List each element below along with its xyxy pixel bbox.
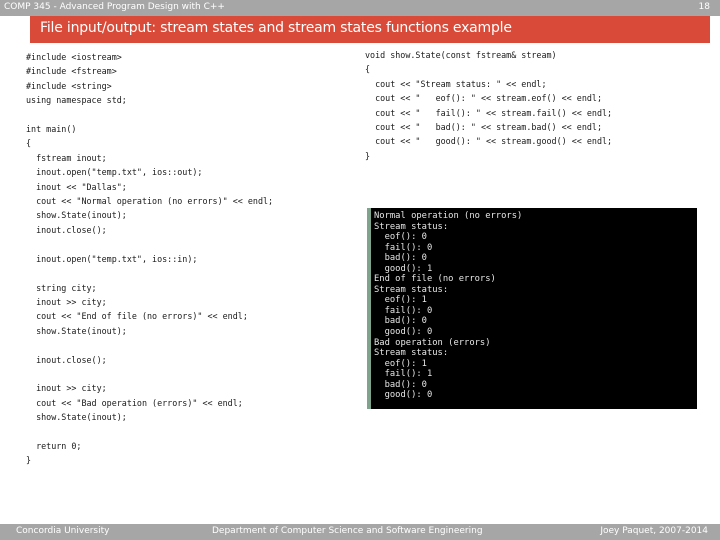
main-code-block: #include <iostream> #include <fstream> #…	[26, 52, 274, 466]
show-state-code-block: void show.State(const fstream& stream) {…	[365, 50, 613, 161]
footer-university: Concordia University	[16, 526, 110, 536]
page-number: 18	[698, 2, 710, 12]
slide-title: File input/output: stream states and str…	[40, 20, 512, 36]
console-output-window: Normal operation (no errors) Stream stat…	[367, 208, 697, 409]
console-output-text: Normal operation (no errors) Stream stat…	[374, 211, 523, 401]
slide: COMP 345 - Advanced Program Design with …	[0, 0, 720, 540]
course-title: COMP 345 - Advanced Program Design with …	[4, 2, 225, 12]
footer-author: Joey Paquet, 2007-2014	[600, 526, 708, 536]
footer-department: Department of Computer Science and Softw…	[212, 526, 483, 536]
header-bar: COMP 345 - Advanced Program Design with …	[0, 0, 720, 16]
footer-bar: Concordia University Department of Compu…	[0, 524, 720, 540]
title-bar: File input/output: stream states and str…	[30, 16, 710, 43]
